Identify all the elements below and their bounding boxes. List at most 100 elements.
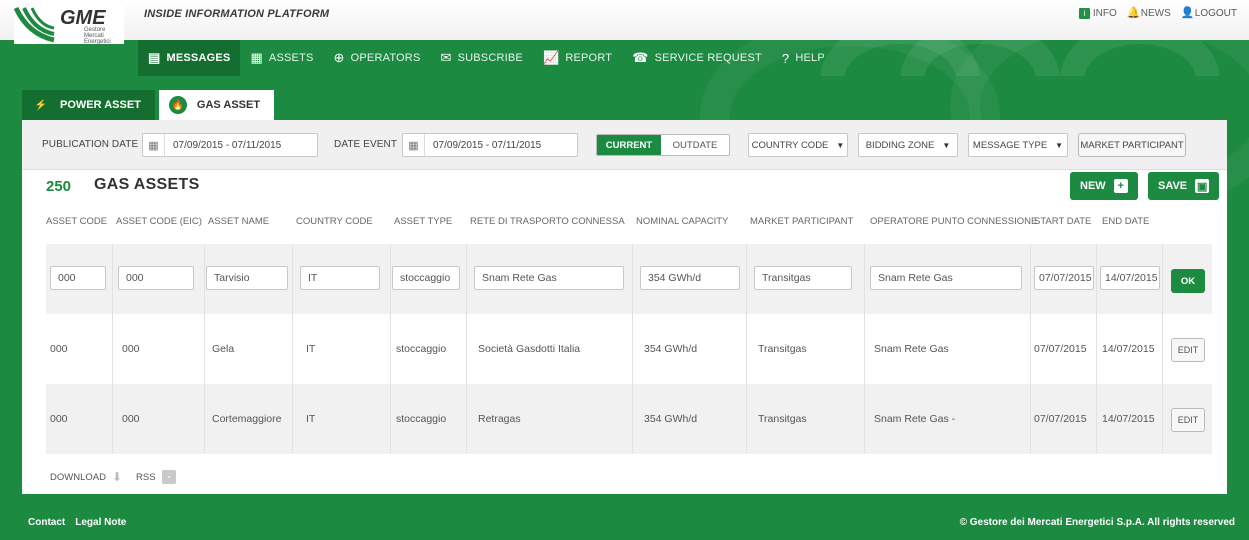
- column-divider: [864, 244, 865, 314]
- market-participant-input[interactable]: Transitgas: [754, 266, 852, 290]
- column-header[interactable]: END DATE: [1102, 216, 1149, 227]
- dropdown-label: COUNTRY CODE: [751, 139, 829, 151]
- platform-title: INSIDE INFORMATION PLATFORM: [144, 8, 330, 20]
- column-divider: [292, 244, 293, 314]
- cell-market-participant: Transitgas: [758, 413, 807, 425]
- rss-link[interactable]: RSS ◔: [136, 470, 176, 484]
- cell-nominal-capacity: 354 GWh/d: [644, 413, 698, 425]
- cell-nominal-capacity: 354 GWh/d: [644, 343, 698, 355]
- nav-assets[interactable]: ▦ ASSETS: [240, 40, 323, 76]
- column-divider: [864, 314, 865, 384]
- support-icon: ☎: [632, 50, 649, 65]
- column-header[interactable]: COUNTRY CODE: [296, 216, 373, 227]
- save-label: SAVE: [1158, 180, 1188, 192]
- column-divider: [112, 314, 113, 384]
- end-date-input[interactable]: 14/07/2015: [1100, 266, 1160, 290]
- status-toggle: CURRENT OUTDATE: [596, 134, 730, 156]
- messages-icon: ▤: [148, 50, 161, 65]
- cell-end-date: 14/07/2015: [1102, 413, 1155, 425]
- column-header[interactable]: ASSET NAME: [208, 216, 269, 227]
- publication-date-field[interactable]: ▦ 07/09/2015 - 07/11/2015: [142, 133, 318, 157]
- column-header[interactable]: ASSET TYPE: [394, 216, 452, 227]
- calendar-icon: ▦: [403, 134, 425, 156]
- column-header[interactable]: MARKET PARTICIPANT: [750, 216, 853, 227]
- asset-name-input[interactable]: Tarvisio: [206, 266, 288, 290]
- edit-button[interactable]: EDIT: [1171, 338, 1205, 362]
- column-header[interactable]: OPERATORE PUNTO CONNESSIONE: [870, 216, 1037, 227]
- column-header[interactable]: ASSET CODE: [46, 216, 107, 227]
- nav-messages[interactable]: ▤ MESSAGES: [138, 40, 241, 76]
- gme-logo[interactable]: GME Gestore Mercati Energetici: [13, 4, 124, 74]
- contact-link[interactable]: Contact: [28, 517, 65, 528]
- envelope-icon: ✉: [440, 50, 452, 65]
- current-button[interactable]: CURRENT: [597, 135, 661, 155]
- factory-icon: ▦: [250, 50, 263, 65]
- footer-links: Contact Legal Note: [28, 517, 126, 528]
- column-divider: [204, 384, 205, 454]
- column-divider: [292, 314, 293, 384]
- tab-gas-asset[interactable]: 🔥 GAS ASSET: [158, 90, 275, 120]
- column-header[interactable]: NOMINAL CAPACITY: [636, 216, 728, 227]
- asset-code-input[interactable]: 000: [50, 266, 106, 290]
- table-header: ASSET CODE ASSET CODE (EIC) ASSET NAME C…: [22, 210, 1227, 234]
- caret-down-icon: ▼: [942, 140, 951, 150]
- rss-label: RSS: [136, 471, 156, 483]
- column-divider: [204, 314, 205, 384]
- legal-note-link[interactable]: Legal Note: [75, 517, 126, 528]
- asset-code-eic-input[interactable]: 000: [118, 266, 194, 290]
- column-divider: [112, 384, 113, 454]
- column-divider: [1030, 314, 1031, 384]
- nav-operators[interactable]: ⊕ OPERATORS: [324, 40, 431, 76]
- cell-asset-code: 000: [50, 413, 68, 425]
- column-divider: [1162, 244, 1163, 314]
- edit-button[interactable]: EDIT: [1171, 408, 1205, 432]
- column-divider: [632, 384, 633, 454]
- nav-subscribe[interactable]: ✉ SUBSCRIBE: [430, 40, 532, 76]
- calendar-icon: ▦: [143, 134, 165, 156]
- column-divider: [390, 314, 391, 384]
- nominal-capacity-input[interactable]: 354 GWh/d: [640, 266, 740, 290]
- tab-label: POWER ASSET: [60, 99, 141, 111]
- cell-operatore-punto: Snam Rete Gas: [874, 343, 949, 355]
- save-button[interactable]: SAVE ▣: [1148, 172, 1220, 200]
- column-header[interactable]: START DATE: [1034, 216, 1091, 227]
- tab-power-asset[interactable]: ⚡ POWER ASSET: [22, 90, 155, 120]
- filter-bar: PUBLICATION DATE ▦ 07/09/2015 - 07/11/20…: [22, 120, 1227, 170]
- message-type-dropdown[interactable]: MESSAGE TYPE ▼: [968, 133, 1068, 157]
- download-link[interactable]: DOWNLOAD ⬇: [50, 470, 122, 484]
- cell-country-code: IT: [306, 413, 316, 425]
- cell-start-date: 07/07/2015: [1034, 413, 1087, 425]
- bidding-zone-dropdown[interactable]: BIDDING ZONE ▼: [858, 133, 958, 157]
- column-divider: [204, 244, 205, 314]
- operatore-punto-input[interactable]: Snam Rete Gas: [870, 266, 1022, 290]
- table-row: 000 000 Cortemaggiore IT stoccaggio Retr…: [46, 384, 1212, 454]
- footer: Contact Legal Note © Gestore dei Mercati…: [0, 504, 1249, 540]
- column-divider: [746, 314, 747, 384]
- nav-report[interactable]: 📈 REPORT: [533, 40, 622, 76]
- country-code-input[interactable]: IT: [300, 266, 380, 290]
- cell-start-date: 07/07/2015: [1034, 343, 1087, 355]
- copyright: © Gestore dei Mercati Energetici S.p.A. …: [959, 517, 1235, 528]
- main-panel: PUBLICATION DATE ▦ 07/09/2015 - 07/11/20…: [22, 120, 1227, 494]
- nav-label: MESSAGES: [166, 52, 231, 64]
- country-code-dropdown[interactable]: COUNTRY CODE ▼: [748, 133, 848, 157]
- download-icon: ⬇: [111, 470, 123, 484]
- asset-type-input[interactable]: stoccaggio: [392, 266, 460, 290]
- download-label: DOWNLOAD: [50, 471, 106, 483]
- column-header[interactable]: ASSET CODE (EIC): [116, 216, 202, 227]
- outdate-button[interactable]: OUTDATE: [661, 135, 729, 155]
- chart-icon: 📈: [542, 50, 560, 65]
- column-divider: [466, 244, 467, 314]
- ok-button[interactable]: OK: [1171, 269, 1205, 293]
- start-date-input[interactable]: 07/07/2015: [1034, 266, 1094, 290]
- cell-rete-trasporto: Retragas: [478, 413, 521, 425]
- cell-asset-type: stoccaggio: [396, 413, 447, 425]
- date-event-field[interactable]: ▦ 07/09/2015 - 07/11/2015: [402, 133, 578, 157]
- new-button[interactable]: NEW +: [1070, 172, 1138, 200]
- operators-icon: ⊕: [333, 50, 345, 65]
- column-divider: [1096, 244, 1097, 314]
- market-participant-button[interactable]: MARKET PARTICIPANT: [1078, 133, 1186, 157]
- rete-trasporto-input[interactable]: Snam Rete Gas: [474, 266, 624, 290]
- dropdown-label: MESSAGE TYPE: [972, 139, 1048, 151]
- column-header[interactable]: RETE DI TRASPORTO CONNESSA: [470, 216, 625, 227]
